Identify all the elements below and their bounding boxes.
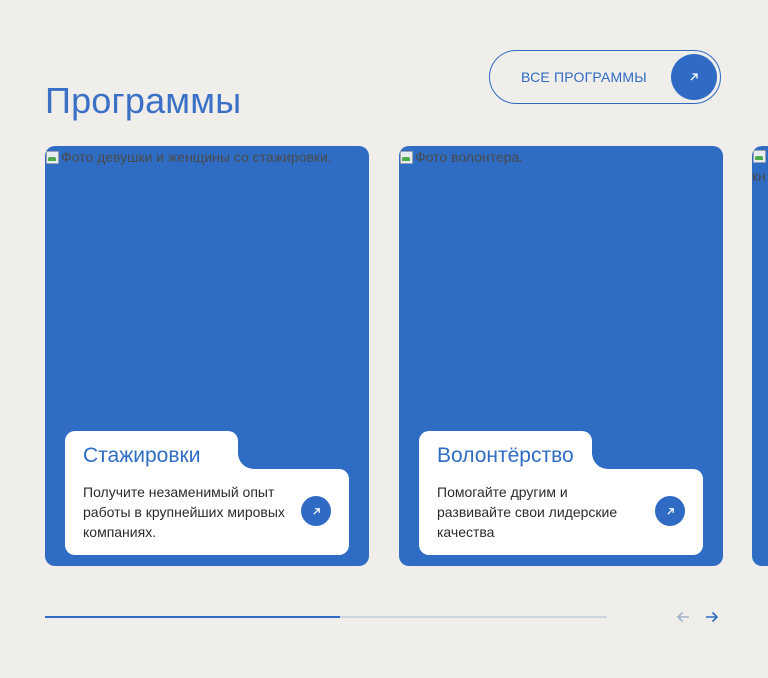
card-photo: Фото девушки и женщины со стажировки. xyxy=(45,149,332,165)
carousel-progress xyxy=(45,616,607,618)
card-title[interactable]: Волонтёрство xyxy=(437,444,574,468)
section-title: Программы xyxy=(45,80,242,122)
card-description: Помогайте другим и развивайте свои лидер… xyxy=(437,484,618,540)
program-card-volunteering[interactable]: Фото волонтера. Волонтёрство Помогайте д… xyxy=(399,146,723,566)
arrow-up-right-icon[interactable] xyxy=(301,496,331,526)
carousel-progress-fill xyxy=(45,616,341,618)
program-card-partial[interactable]: кн xyxy=(752,146,768,566)
all-programs-label: ВСЕ ПРОГРАММЫ xyxy=(521,69,647,85)
broken-image-icon xyxy=(752,149,766,163)
card-photo-alt-text: Фото девушки и женщины со стажировки. xyxy=(61,149,332,165)
card-description: Получите незаменимый опыт работы в крупн… xyxy=(83,484,285,540)
arrow-left-icon[interactable] xyxy=(674,608,692,626)
card-photo xyxy=(752,149,768,163)
card-photo-alt-text: кн xyxy=(752,168,766,184)
arrow-up-right-icon xyxy=(671,54,717,100)
card-photo: Фото волонтера. xyxy=(399,149,523,165)
broken-image-icon xyxy=(45,150,59,164)
card-info-panel: Стажировки Получите незаменимый опыт раб… xyxy=(65,431,349,555)
card-title[interactable]: Стажировки xyxy=(83,444,200,468)
broken-image-icon xyxy=(399,150,413,164)
card-info-panel: Волонтёрство Помогайте другим и развивай… xyxy=(419,431,703,555)
arrow-right-icon[interactable] xyxy=(703,608,721,626)
arrow-up-right-icon[interactable] xyxy=(655,496,685,526)
card-photo-alt-text: Фото волонтера. xyxy=(415,149,524,165)
all-programs-button[interactable]: ВСЕ ПРОГРАММЫ xyxy=(489,50,721,104)
program-card-internships[interactable]: Фото девушки и женщины со стажировки. Ст… xyxy=(45,146,369,566)
